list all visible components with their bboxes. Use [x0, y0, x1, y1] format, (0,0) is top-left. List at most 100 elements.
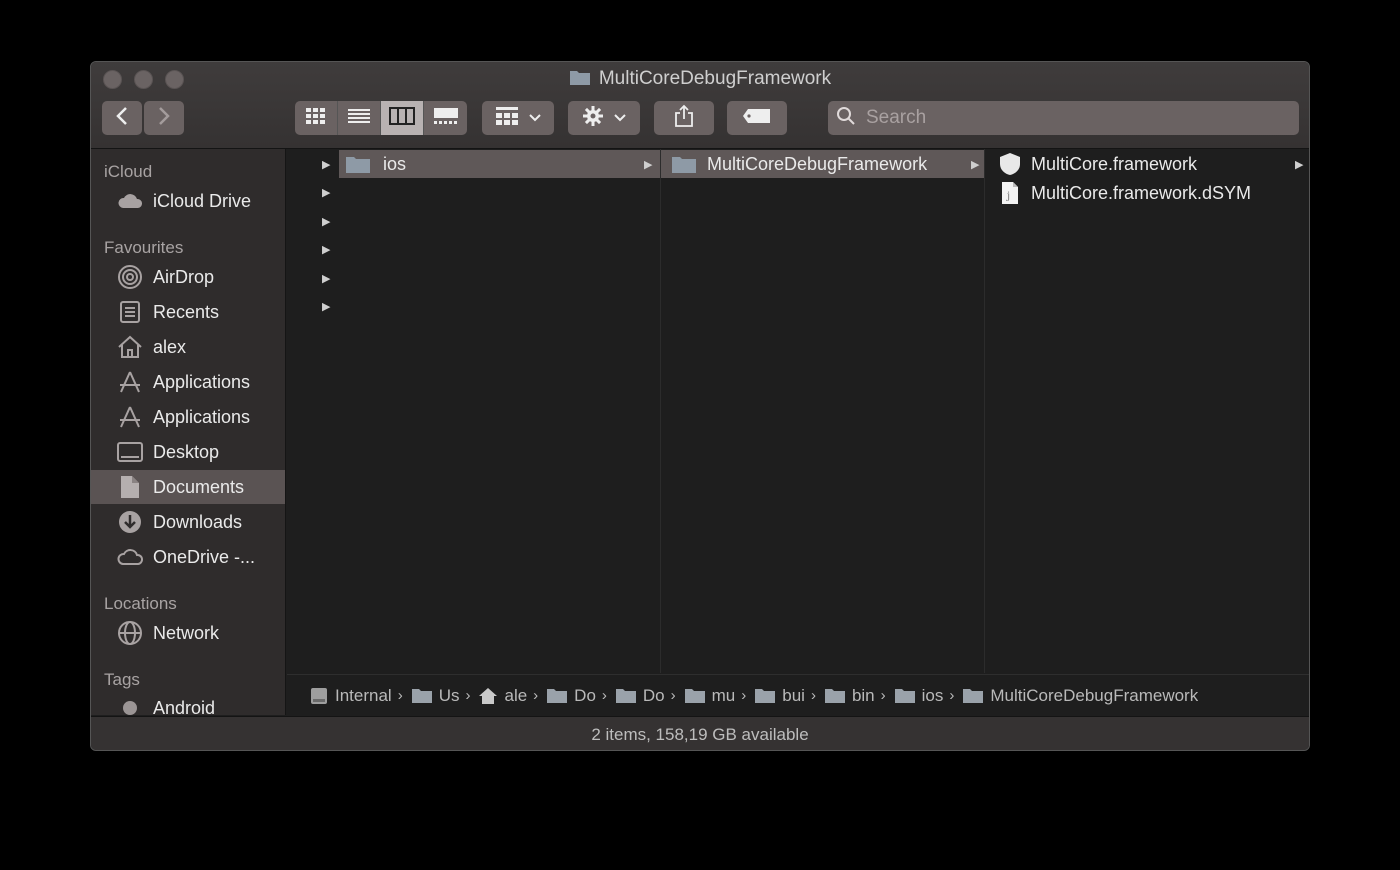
- sidebar-item-network[interactable]: Network: [91, 616, 285, 650]
- path-crumb-label: Do: [574, 685, 596, 705]
- disclosure-arrow-icon: ▶: [322, 216, 331, 228]
- sidebar-item-desktop[interactable]: Desktop: [91, 435, 285, 469]
- documents-icon: [117, 474, 143, 500]
- sidebar-item-tag-android[interactable]: Android: [91, 691, 285, 715]
- sidebar-item-label: iCloud Drive: [153, 190, 252, 211]
- folder-icon: [962, 687, 984, 704]
- disclosure-arrow-icon: ▶: [1295, 159, 1304, 171]
- path-crumb[interactable]: ios ›: [894, 686, 963, 706]
- sidebar-item-airdrop[interactable]: AirDrop: [91, 260, 285, 294]
- folder-icon: [671, 154, 697, 174]
- folder-icon: [754, 687, 776, 704]
- search-field[interactable]: [828, 101, 1299, 135]
- sidebar-item-applications[interactable]: Applications: [91, 365, 285, 399]
- disclosure-arrow-icon: ▶: [322, 301, 331, 313]
- sidebar-item-label: Android: [153, 697, 216, 716]
- path-crumb[interactable]: bin ›: [824, 686, 894, 706]
- path-crumb[interactable]: bui ›: [754, 686, 824, 706]
- list-icon: [347, 107, 371, 130]
- folder-icon: [684, 687, 706, 704]
- chevron-down-icon: [614, 109, 626, 127]
- folder-icon: [411, 687, 433, 704]
- finder-window: MultiCoreDebugFramework Search iCloud iC…: [90, 61, 1310, 751]
- document-file-icon: j: [1001, 181, 1019, 205]
- sidebar-item-label: AirDrop: [153, 266, 215, 287]
- columns-icon: [389, 106, 415, 130]
- disk-icon: [309, 686, 329, 706]
- desktop-icon: [117, 439, 143, 465]
- sidebar-item-icloud-drive[interactable]: iCloud Drive: [91, 184, 285, 218]
- group-grid-icon: [495, 106, 519, 131]
- section-header-icloud: iCloud: [104, 162, 153, 181]
- icon-view-button[interactable]: [295, 101, 338, 135]
- share-icon: [674, 104, 694, 133]
- action-button[interactable]: [568, 101, 640, 135]
- downloads-icon: [117, 509, 143, 535]
- path-crumb-label: ale: [504, 685, 528, 705]
- row-label: MultiCore.framework.dSYM: [1031, 182, 1252, 203]
- sidebar-item-onedrive[interactable]: OneDrive -...: [91, 540, 285, 574]
- path-crumb[interactable]: MultiCoreDebugFramework: [962, 686, 1198, 706]
- path-crumb-label: Do: [642, 685, 665, 705]
- chevron-right-icon: ›: [465, 687, 471, 704]
- sidebar-item-label: Desktop: [153, 441, 220, 462]
- path-crumb[interactable]: Internal ›: [309, 686, 411, 706]
- share-button[interactable]: [654, 101, 714, 135]
- folder-icon: [546, 687, 568, 704]
- window-title-area: MultiCoreDebugFramework: [91, 68, 1309, 92]
- column-3: MultiCore.framework ▶ j MultiCore.framew…: [985, 149, 1309, 673]
- gallery-icon: [433, 107, 459, 130]
- path-crumb-label: bui: [782, 685, 805, 705]
- sidebar-item-recents[interactable]: Recents: [91, 295, 285, 329]
- list-view-button[interactable]: [338, 101, 381, 135]
- column-2: MultiCoreDebugFramework ▶: [661, 149, 985, 673]
- sidebar-item-applications-2[interactable]: Applications: [91, 400, 285, 434]
- path-crumb[interactable]: Do ›: [546, 686, 615, 706]
- home-icon: [478, 687, 498, 705]
- disclosure-arrow-icon: ▶: [322, 244, 331, 256]
- path-crumb[interactable]: ale ›: [478, 686, 546, 706]
- sidebar-item-downloads[interactable]: Downloads: [91, 505, 285, 539]
- tags-button[interactable]: [727, 101, 787, 135]
- sidebar-item-alex[interactable]: alex: [91, 330, 285, 364]
- path-crumb[interactable]: mu ›: [684, 686, 755, 706]
- column-1-selected-row[interactable]: ios ▶: [339, 150, 660, 178]
- path-crumb[interactable]: Us ›: [411, 686, 479, 706]
- sidebar-item-documents[interactable]: Documents: [91, 470, 285, 504]
- search-input[interactable]: [864, 106, 1288, 130]
- disclosure-arrow-icon: ▶: [322, 187, 331, 199]
- forward-button[interactable]: [144, 101, 184, 135]
- sidebar-item-label: Applications: [153, 406, 251, 427]
- search-icon: [836, 106, 856, 131]
- cloud-icon: [117, 188, 143, 214]
- chevron-right-icon: ›: [949, 687, 955, 704]
- sidebar-item-label: Applications: [153, 371, 251, 392]
- chevron-right-icon: ›: [810, 687, 816, 704]
- column-browser: ▶ ios ▶ ▶ ▶ ▶ ▶ ▶ MultiCoreDebugFramewor…: [287, 149, 1309, 673]
- group-by-button[interactable]: [482, 101, 554, 135]
- row-label: MultiCoreDebugFramework: [707, 153, 928, 174]
- column-3-row[interactable]: j MultiCore.framework.dSYM: [985, 179, 1309, 207]
- path-crumb[interactable]: Do ›: [615, 686, 684, 706]
- sidebar-item-label: Recents: [153, 301, 220, 322]
- sidebar-item-label: Documents: [153, 476, 245, 497]
- gallery-view-button[interactable]: [424, 101, 467, 135]
- chevron-right-icon: ›: [670, 687, 676, 704]
- path-crumb-label: MultiCoreDebugFramework: [990, 685, 1199, 705]
- row-label: ios: [383, 153, 407, 174]
- back-button[interactable]: [102, 101, 142, 135]
- view-mode-control: [295, 101, 467, 135]
- gear-icon: [582, 105, 604, 132]
- sidebar-item-label: alex: [153, 336, 187, 357]
- column-2-selected-row[interactable]: MultiCoreDebugFramework ▶: [661, 150, 984, 178]
- grid-icon: [305, 107, 327, 130]
- svg-text:j: j: [1006, 191, 1010, 202]
- section-header-favourites: Favourites: [104, 238, 184, 257]
- path-crumb-label: Internal: [335, 685, 392, 705]
- path-bar: Internal › Us › ale › Do › Do › mu › bui › bin: [287, 674, 1309, 716]
- column-3-row[interactable]: MultiCore.framework ▶: [985, 150, 1309, 178]
- recents-icon: [117, 299, 143, 325]
- folder-icon: [824, 687, 846, 704]
- column-view-button[interactable]: [381, 101, 424, 135]
- chevron-down-icon: [529, 109, 541, 127]
